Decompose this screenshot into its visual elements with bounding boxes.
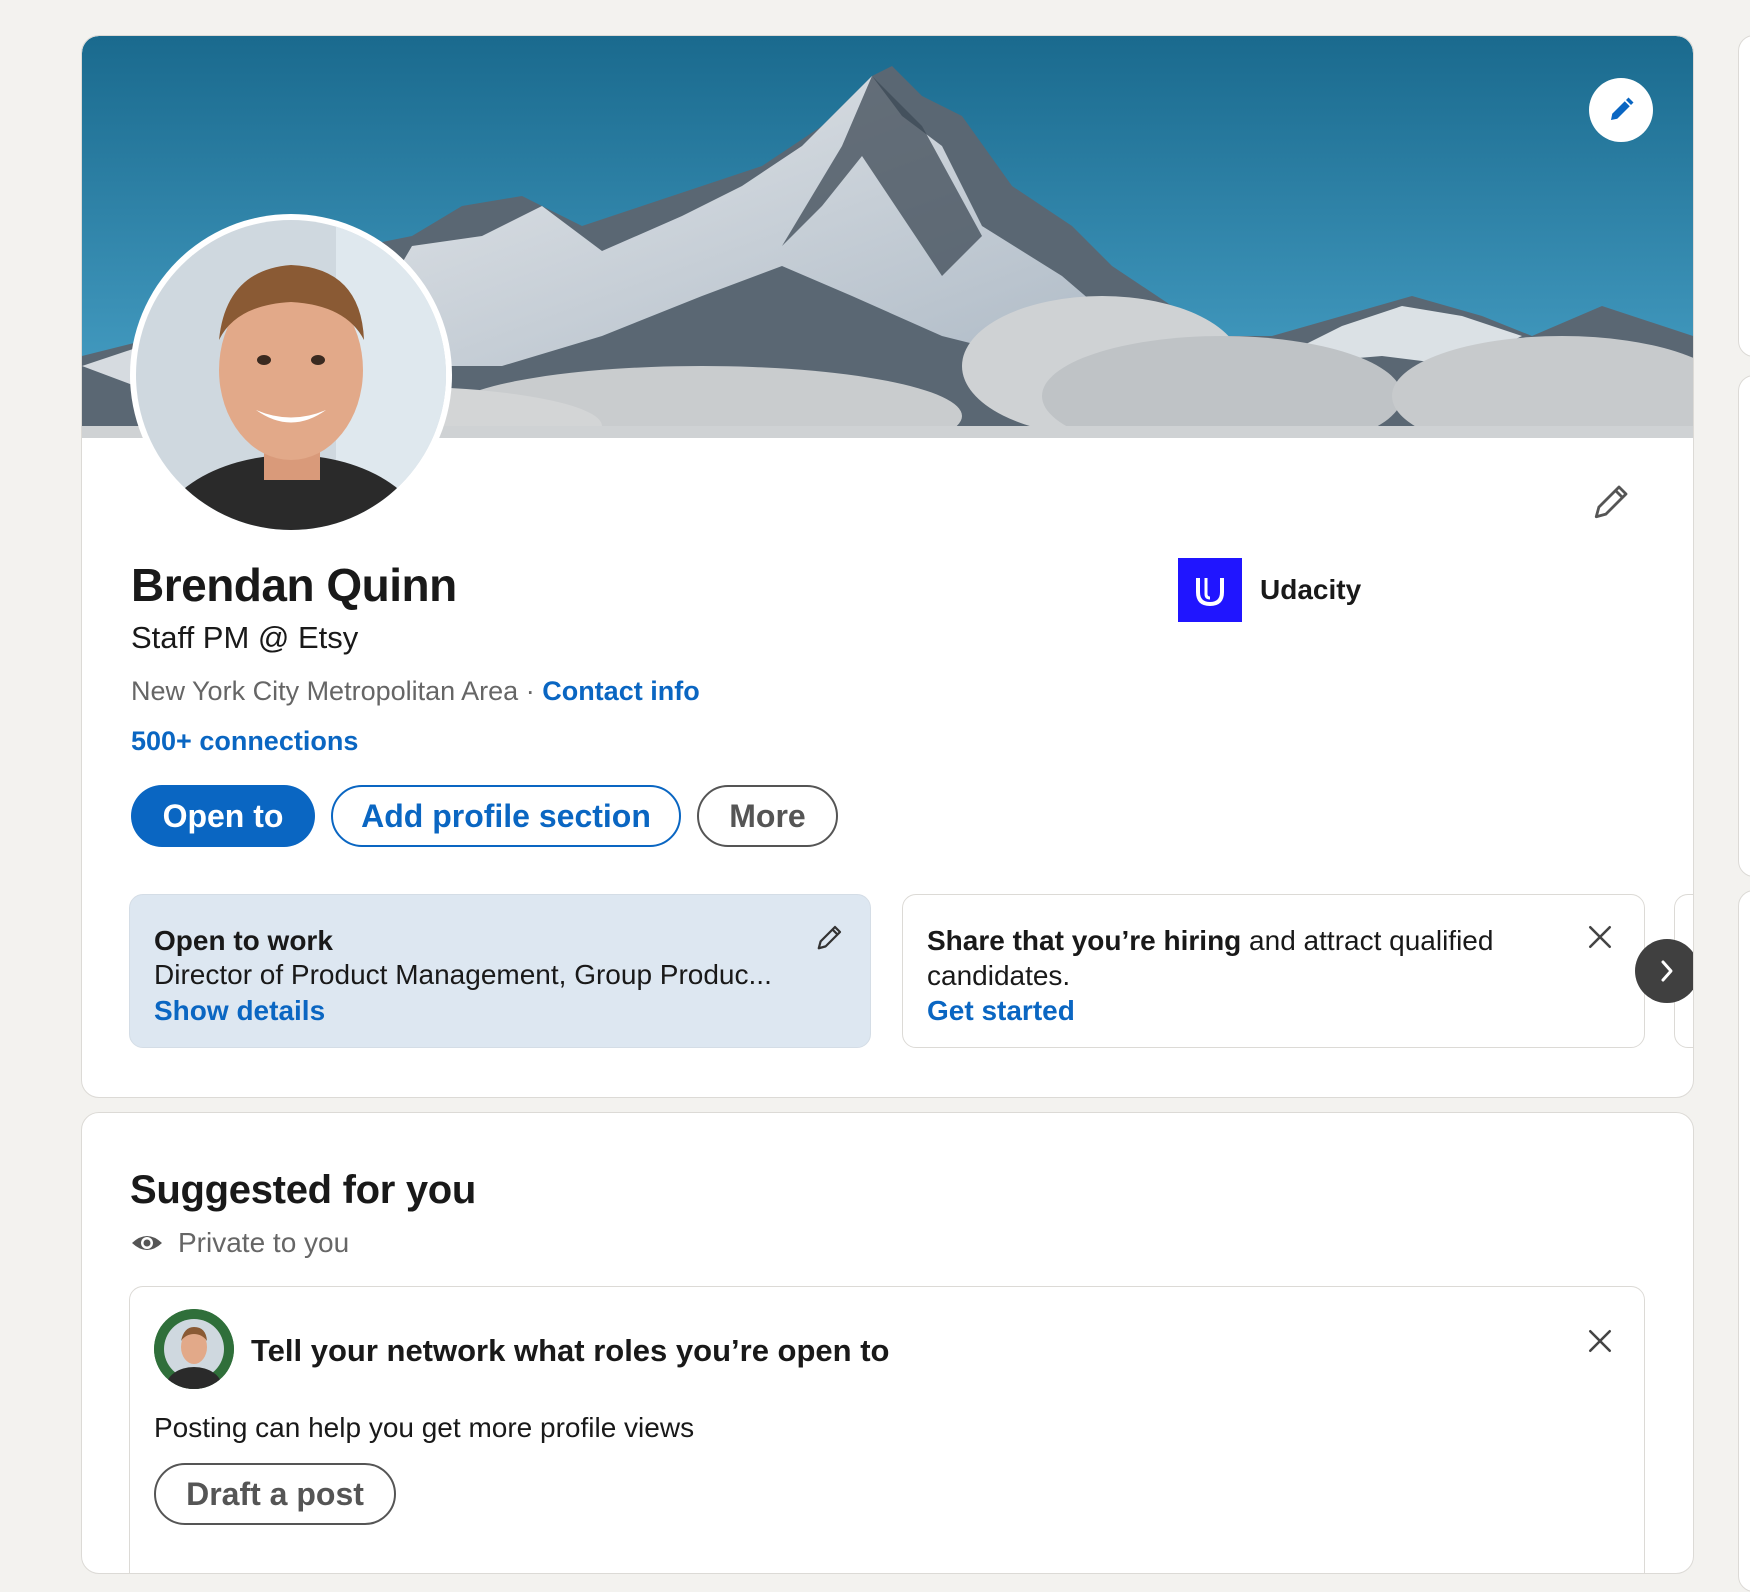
profile-photo[interactable] [130, 214, 452, 536]
current-company[interactable]: Udacity [1178, 558, 1361, 622]
open-to-work-card: Open to work Director of Product Managem… [129, 894, 871, 1048]
hiring-card: Share that you’re hiring and attract qua… [902, 894, 1645, 1048]
separator: · [518, 676, 543, 706]
hiring-text-bold: Share that you’re hiring [927, 925, 1242, 956]
eye-icon [132, 1236, 162, 1250]
connections-link[interactable]: 500+ connections [131, 726, 358, 757]
close-icon [1588, 925, 1612, 949]
edit-intro-button[interactable] [1589, 478, 1635, 524]
suggested-title: Suggested for you [130, 1168, 477, 1212]
pencil-icon [1611, 97, 1634, 120]
open-to-work-avatar [154, 1309, 234, 1389]
dismiss-hiring-button[interactable] [1580, 917, 1620, 957]
hiring-text: Share that you’re hiring and attract qua… [927, 923, 1547, 993]
chevron-right-icon [1661, 960, 1673, 982]
add-profile-section-button[interactable]: Add profile section [331, 785, 681, 847]
profile-card: Brendan Quinn Staff PM @ Etsy New York C… [81, 35, 1694, 1098]
close-icon [1588, 1329, 1612, 1353]
right-rail-card [1738, 890, 1750, 1592]
draft-a-post-button[interactable]: Draft a post [154, 1463, 396, 1525]
profile-name: Brendan Quinn [131, 559, 457, 611]
contact-info-link[interactable]: Contact info [542, 676, 699, 706]
profile-location: New York City Metropolitan Area [131, 676, 519, 706]
dismiss-suggestion-button[interactable] [1580, 1321, 1620, 1361]
edit-open-to-work-button[interactable] [812, 919, 848, 955]
company-name: Udacity [1260, 574, 1362, 605]
suggestion-subtext: Posting can help you get more profile vi… [154, 1412, 695, 1443]
profile-photo-image [136, 220, 446, 530]
privacy-text: Private to you [178, 1227, 350, 1258]
udacity-logo-icon [1178, 558, 1242, 622]
profile-location-line: New York City Metropolitan Area · Contac… [131, 676, 700, 707]
profile-headline: Staff PM @ Etsy [131, 620, 359, 655]
show-details-link[interactable]: Show details [154, 995, 325, 1027]
open-to-work-title: Open to work [154, 925, 333, 956]
suggestion-heading: Tell your network what roles you’re open… [251, 1333, 890, 1368]
carousel-next-button[interactable] [1635, 939, 1693, 1003]
get-started-link[interactable]: Get started [927, 995, 1075, 1027]
edit-banner-button[interactable] [1589, 78, 1653, 142]
avatar-image [154, 1309, 234, 1389]
privacy-note: Private to you [130, 1227, 349, 1259]
more-button[interactable]: More [697, 785, 838, 847]
right-rail-card [1738, 35, 1750, 357]
pencil-icon [817, 925, 842, 950]
right-rail-card [1738, 375, 1750, 877]
pencil-icon [1594, 485, 1628, 519]
suggestion-item: Tell your network what roles you’re open… [129, 1286, 1645, 1573]
suggested-for-you-card: Suggested for you Private to you Tell yo… [81, 1112, 1694, 1574]
open-to-button[interactable]: Open to [131, 785, 315, 847]
open-to-work-description: Director of Product Management, Group Pr… [154, 959, 772, 990]
udacity-u-icon [1196, 578, 1224, 607]
